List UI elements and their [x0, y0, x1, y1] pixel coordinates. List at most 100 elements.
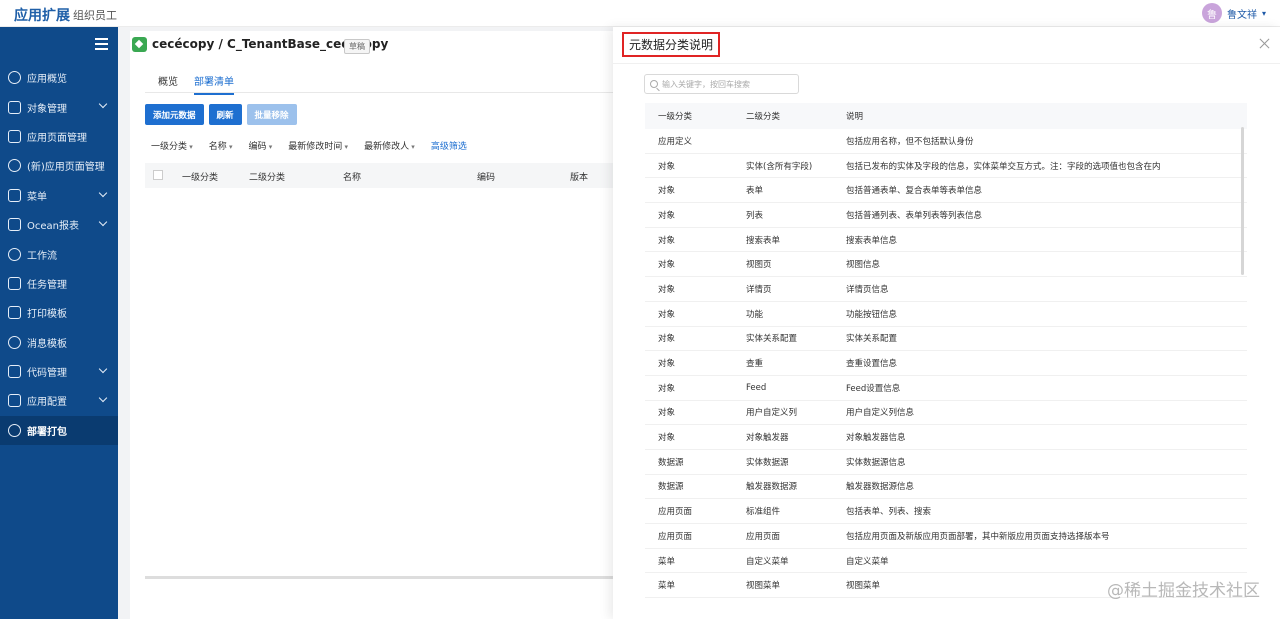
cell-subcategory: 实体关系配置	[746, 334, 798, 345]
search-input[interactable]	[662, 79, 797, 89]
filter-category[interactable]: 一级分类	[151, 139, 193, 152]
filter-modified-time[interactable]: 最新修改时间	[288, 139, 348, 152]
sidebar-item-11[interactable]: 应用配置	[0, 386, 118, 415]
cell-description: 自定义菜单	[846, 556, 889, 567]
task-icon	[8, 276, 21, 290]
overview-icon	[8, 71, 21, 85]
cell-category: 应用页面	[658, 507, 693, 518]
cell-category: 对象	[658, 408, 676, 419]
sidebar-item-4[interactable]: 菜单	[0, 181, 118, 210]
cell-category: 对象	[658, 383, 676, 394]
cell-category: 对象	[658, 210, 676, 221]
cell-category: 对象	[658, 235, 676, 246]
filter-code[interactable]: 编码	[249, 139, 273, 152]
table-row: 对象 实体(含所有字段) 包括已发布的实体及字段的信息，实体菜单交互方式。注：字段的…	[645, 154, 1247, 179]
brand-title: 应用扩展	[14, 8, 70, 24]
cell-subcategory: 列表	[746, 210, 764, 221]
chevron-down-icon[interactable]	[98, 188, 108, 197]
sidebar-item-label: 工作流	[27, 250, 57, 262]
close-icon[interactable]	[1259, 38, 1270, 49]
col-category: 一级分类	[182, 173, 219, 183]
cell-subcategory: 自定义菜单	[746, 556, 789, 567]
col-category: 一级分类	[658, 112, 693, 122]
cell-description: 包括普通列表、表单列表等列表信息	[846, 210, 983, 221]
filter-name[interactable]: 名称	[209, 139, 233, 152]
cell-subcategory: 功能	[746, 309, 764, 320]
cell-description: 触发器数据源信息	[846, 482, 915, 493]
draft-badge: 草稿	[344, 39, 370, 54]
hamburger-icon[interactable]	[95, 38, 108, 53]
select-all-checkbox[interactable]	[153, 170, 163, 180]
batch-remove-button[interactable]: 批量移除	[246, 104, 297, 125]
sidebar-item-1[interactable]: 对象管理	[0, 92, 118, 121]
cell-category: 数据源	[658, 457, 684, 468]
vertical-scrollbar[interactable]	[1241, 127, 1244, 275]
sidebar-item-9[interactable]: 消息模板	[0, 328, 118, 357]
search-field[interactable]	[644, 74, 799, 94]
sidebar-item-5[interactable]: Ocean报表	[0, 210, 118, 239]
sidebar-item-label: 应用页面管理	[27, 132, 87, 144]
user-menu[interactable]: 鲁 鲁文祥 ▾	[1201, 3, 1266, 23]
cell-category: 对象	[658, 161, 676, 172]
drawer-divider	[613, 63, 1280, 64]
sidebar-item-8[interactable]: 打印模板	[0, 298, 118, 327]
object-icon	[8, 100, 21, 114]
cell-description: 包括已发布的实体及字段的信息，实体菜单交互方式。注：字段的选项值也包含在内	[846, 161, 1161, 172]
cell-category: 对象	[658, 359, 676, 370]
user-name: 鲁文祥	[1226, 9, 1257, 21]
cell-subcategory: Feed	[746, 382, 767, 393]
app-icon	[132, 37, 147, 52]
advanced-filter-link[interactable]: 高级筛选	[431, 139, 467, 152]
filter-modified-by[interactable]: 最新修改人	[364, 139, 415, 152]
table-row: 对象 查重 查重设置信息	[645, 351, 1247, 376]
cell-category: 对象	[658, 186, 676, 197]
cell-subcategory: 触发器数据源	[746, 482, 798, 493]
table-row: 对象 列表 包括普通列表、表单列表等列表信息	[645, 203, 1247, 228]
sidebar-item-0[interactable]: 应用概览	[0, 63, 118, 92]
chevron-down-icon[interactable]	[98, 364, 108, 374]
table-row: 数据源 触发器数据源 触发器数据源信息	[645, 475, 1247, 500]
config-icon	[8, 394, 21, 408]
table-row: 对象 搜索表单 搜索表单信息	[645, 228, 1247, 253]
refresh-button[interactable]: 刷新	[208, 104, 242, 125]
cell-subcategory: 对象触发器	[746, 433, 789, 444]
sidebar-item-3[interactable]: (新)应用页面管理	[0, 151, 118, 180]
cell-description: 实体关系配置	[846, 334, 898, 345]
cell-category: 对象	[658, 334, 676, 345]
filter-bar: 一级分类 名称 编码 最新修改时间 最新修改人 高级筛选	[151, 139, 483, 152]
cell-category: 对象	[658, 433, 676, 444]
category-drawer: 元数据分类说明 一级分类 二级分类 说明 应用定义 包括应用名称，但不包括默认身份…	[613, 27, 1280, 619]
cell-category: 数据源	[658, 482, 684, 493]
menu-icon	[8, 188, 21, 202]
avatar: 鲁	[1201, 3, 1222, 23]
table-row: 对象 表单 包括普通表单、复合表单等表单信息	[645, 178, 1247, 204]
add-metadata-button[interactable]: 添加元数据	[145, 104, 204, 125]
workflow-icon	[8, 247, 21, 261]
sidebar-item-label: 部署打包	[27, 426, 67, 438]
sidebar-item-2[interactable]: 应用页面管理	[0, 122, 118, 151]
page-icon	[8, 129, 21, 143]
sidebar-item-6[interactable]: 工作流	[0, 239, 118, 268]
action-buttons: 添加元数据 刷新 批量移除	[145, 104, 297, 125]
category-table: 一级分类 二级分类 说明 应用定义 包括应用名称，但不包括默认身份 对象 实体(含所有…	[645, 103, 1247, 599]
cell-subcategory: 用户自定义列	[746, 408, 798, 419]
print-icon	[8, 306, 21, 320]
chevron-down-icon[interactable]	[98, 100, 108, 109]
new-page-icon	[8, 159, 21, 173]
chevron-down-icon[interactable]	[98, 217, 108, 227]
horizontal-scrollbar[interactable]	[145, 576, 613, 579]
cell-subcategory: 表单	[746, 186, 764, 197]
cell-category: 应用页面	[658, 531, 693, 542]
cell-description: 用户自定义列信息	[846, 408, 915, 419]
sidebar-item-12[interactable]: 部署打包	[0, 415, 118, 446]
cell-category: 对象	[658, 309, 676, 320]
sidebar-item-10[interactable]: 代码管理	[0, 357, 118, 386]
table-row: 应用页面 标准组件 包括表单、列表、搜索	[645, 499, 1247, 524]
sidebar-item-7[interactable]: 任务管理	[0, 269, 118, 298]
col-code: 编码	[477, 173, 496, 183]
org-label: 组织员工	[73, 9, 117, 22]
chevron-down-icon[interactable]	[98, 394, 108, 403]
sidebar-item-label: 应用配置	[27, 397, 67, 409]
cell-category: 应用定义	[658, 136, 693, 147]
report-icon	[8, 218, 21, 232]
